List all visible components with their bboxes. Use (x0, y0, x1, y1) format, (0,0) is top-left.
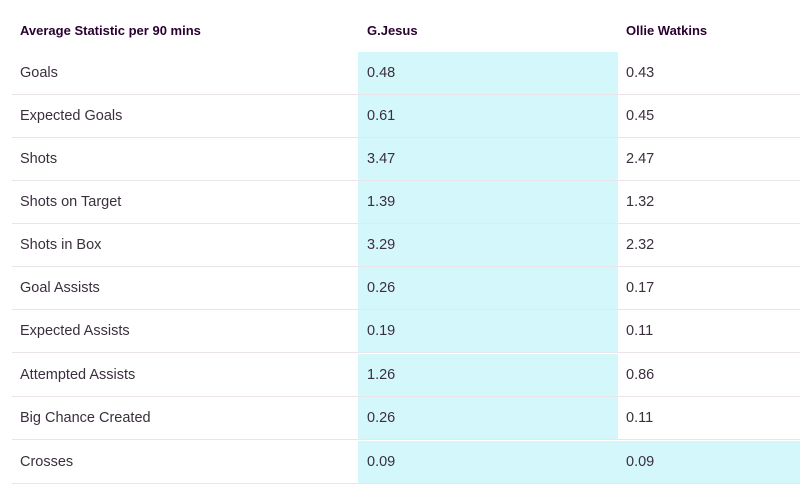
stat-label: Crosses (20, 454, 74, 470)
player2-value: 0.45 (626, 108, 655, 124)
stat-label: Shots in Box (20, 237, 102, 253)
stat-label: Big Chance Created (20, 410, 151, 426)
stat-label: Shots (20, 151, 58, 167)
player2-value: 0.09 (618, 441, 800, 483)
table-row: Crosses 0.09 0.09 (12, 441, 800, 484)
player1-value: 0.26 (358, 267, 618, 309)
player2-value: 1.32 (626, 194, 655, 210)
table-row: Goals 0.48 0.43 (12, 52, 800, 95)
stat-label: Goal Assists (20, 280, 100, 296)
player2-value: 0.11 (626, 323, 654, 339)
player1-value: 0.19 (358, 310, 618, 352)
table-header: Average Statistic per 90 mins G.Jesus Ol… (12, 8, 800, 52)
player2-value: 0.43 (626, 65, 655, 81)
player1-value: 0.09 (358, 441, 618, 483)
player2-value: 2.47 (626, 151, 655, 167)
table-row: Shots 3.47 2.47 (12, 138, 800, 181)
player1-value: 0.48 (358, 52, 618, 94)
stat-label: Expected Goals (20, 108, 123, 124)
player2-value: 2.32 (626, 237, 655, 253)
player1-value: 1.39 (358, 181, 618, 223)
table-row: Expected Assists 0.19 0.11 (12, 310, 800, 353)
table-row: Big Chance Created 0.26 0.11 (12, 397, 800, 440)
table-row: Expected Goals 0.61 0.45 (12, 95, 800, 138)
table-row: Attempted Assists 1.26 0.86 (12, 354, 800, 397)
player1-column-header: G.Jesus (367, 22, 418, 38)
player1-value: 1.26 (358, 354, 618, 396)
stat-label: Shots on Target (20, 194, 122, 210)
table-row: Shots in Box 3.29 2.32 (12, 224, 800, 267)
player2-column-header: Ollie Watkins (626, 22, 708, 38)
stat-label: Attempted Assists (20, 367, 136, 383)
table-row: Shots on Target 1.39 1.32 (12, 181, 800, 224)
stats-comparison-table: Average Statistic per 90 mins G.Jesus Ol… (0, 0, 800, 489)
player1-value: 3.47 (358, 138, 618, 180)
player1-value: 0.26 (358, 397, 618, 439)
stat-label: Expected Assists (20, 323, 130, 339)
player2-value: 0.11 (626, 410, 654, 426)
table-row: Goal Assists 0.26 0.17 (12, 267, 800, 310)
player1-value: 3.29 (358, 224, 618, 266)
player2-value: 0.17 (626, 280, 655, 296)
stat-column-header: Average Statistic per 90 mins (20, 22, 201, 38)
stat-label: Goals (20, 65, 58, 81)
player2-value: 0.86 (626, 367, 655, 383)
player1-value: 0.61 (358, 95, 618, 137)
